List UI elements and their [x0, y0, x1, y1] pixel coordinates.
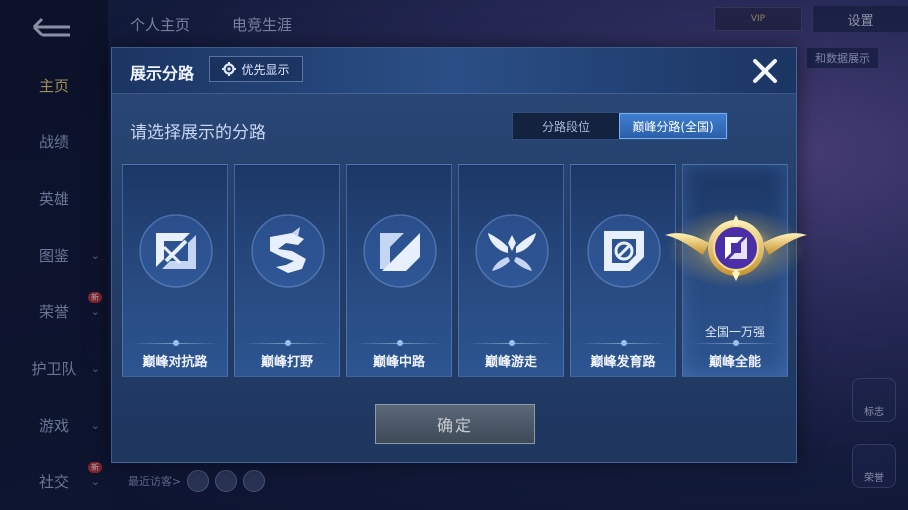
segment-peak-lane-national[interactable]: 巅峰分路(全国) [619, 113, 727, 139]
lane-card-roam[interactable]: 巅峰游走 [458, 164, 564, 377]
card-divider-dot [509, 340, 515, 346]
card-divider-dot [621, 340, 627, 346]
rank-label: 全国一万强 [704, 325, 765, 339]
card-label: 巅峰中路 [372, 355, 425, 370]
card-label: 巅峰全能 [708, 355, 761, 370]
priority-display-button[interactable]: 优先显示 [209, 56, 303, 82]
card-label: 巅峰发育路 [590, 355, 656, 370]
priority-display-label: 优先显示 [241, 62, 290, 77]
card-divider-dot [733, 340, 739, 346]
lane-card-allround[interactable]: 全国一万强 巅峰全能 [665, 164, 807, 377]
confirm-label: 确定 [436, 416, 473, 435]
gold-allround-emblem-icon [665, 208, 807, 288]
card-label: 巅峰游走 [484, 355, 537, 370]
show-lane-dialog: 展示分路 优先显示 请选择展示的分路 分路段位 巅峰分路(全国) 巅峰对抗路 巅… [111, 47, 807, 463]
lane-card-top[interactable]: 巅峰对抗路 [122, 164, 228, 377]
segment-lane-rank[interactable]: 分路段位 [513, 113, 619, 139]
confirm-button[interactable]: 确定 [375, 404, 535, 444]
lane-card-mid[interactable]: 巅峰中路 [346, 164, 452, 377]
sword-icon [139, 214, 213, 288]
dialog-subtitle: 请选择展示的分路 [130, 123, 266, 143]
dialog-header: 展示分路 优先显示 [112, 48, 796, 94]
dragon-icon [251, 214, 325, 288]
marksman-icon [587, 214, 661, 288]
lane-source-toggle: 分路段位 巅峰分路(全国) [512, 112, 728, 140]
card-divider-dot [285, 340, 291, 346]
gear-icon [222, 62, 237, 76]
card-label: 巅峰打野 [260, 355, 313, 370]
close-icon[interactable] [748, 54, 782, 88]
lane-card-jungle[interactable]: 巅峰打野 [234, 164, 340, 377]
card-label: 巅峰对抗路 [142, 355, 208, 370]
card-divider-dot [173, 340, 179, 346]
wings-icon [475, 214, 549, 288]
dialog-title: 展示分路 [130, 64, 195, 83]
mid-lane-icon [363, 214, 437, 288]
lane-card-list: 巅峰对抗路 巅峰打野 巅峰中路 巅峰游走 巅峰发育路 全国一万强 巅峰全能 [122, 164, 807, 378]
card-divider-dot [397, 340, 403, 346]
